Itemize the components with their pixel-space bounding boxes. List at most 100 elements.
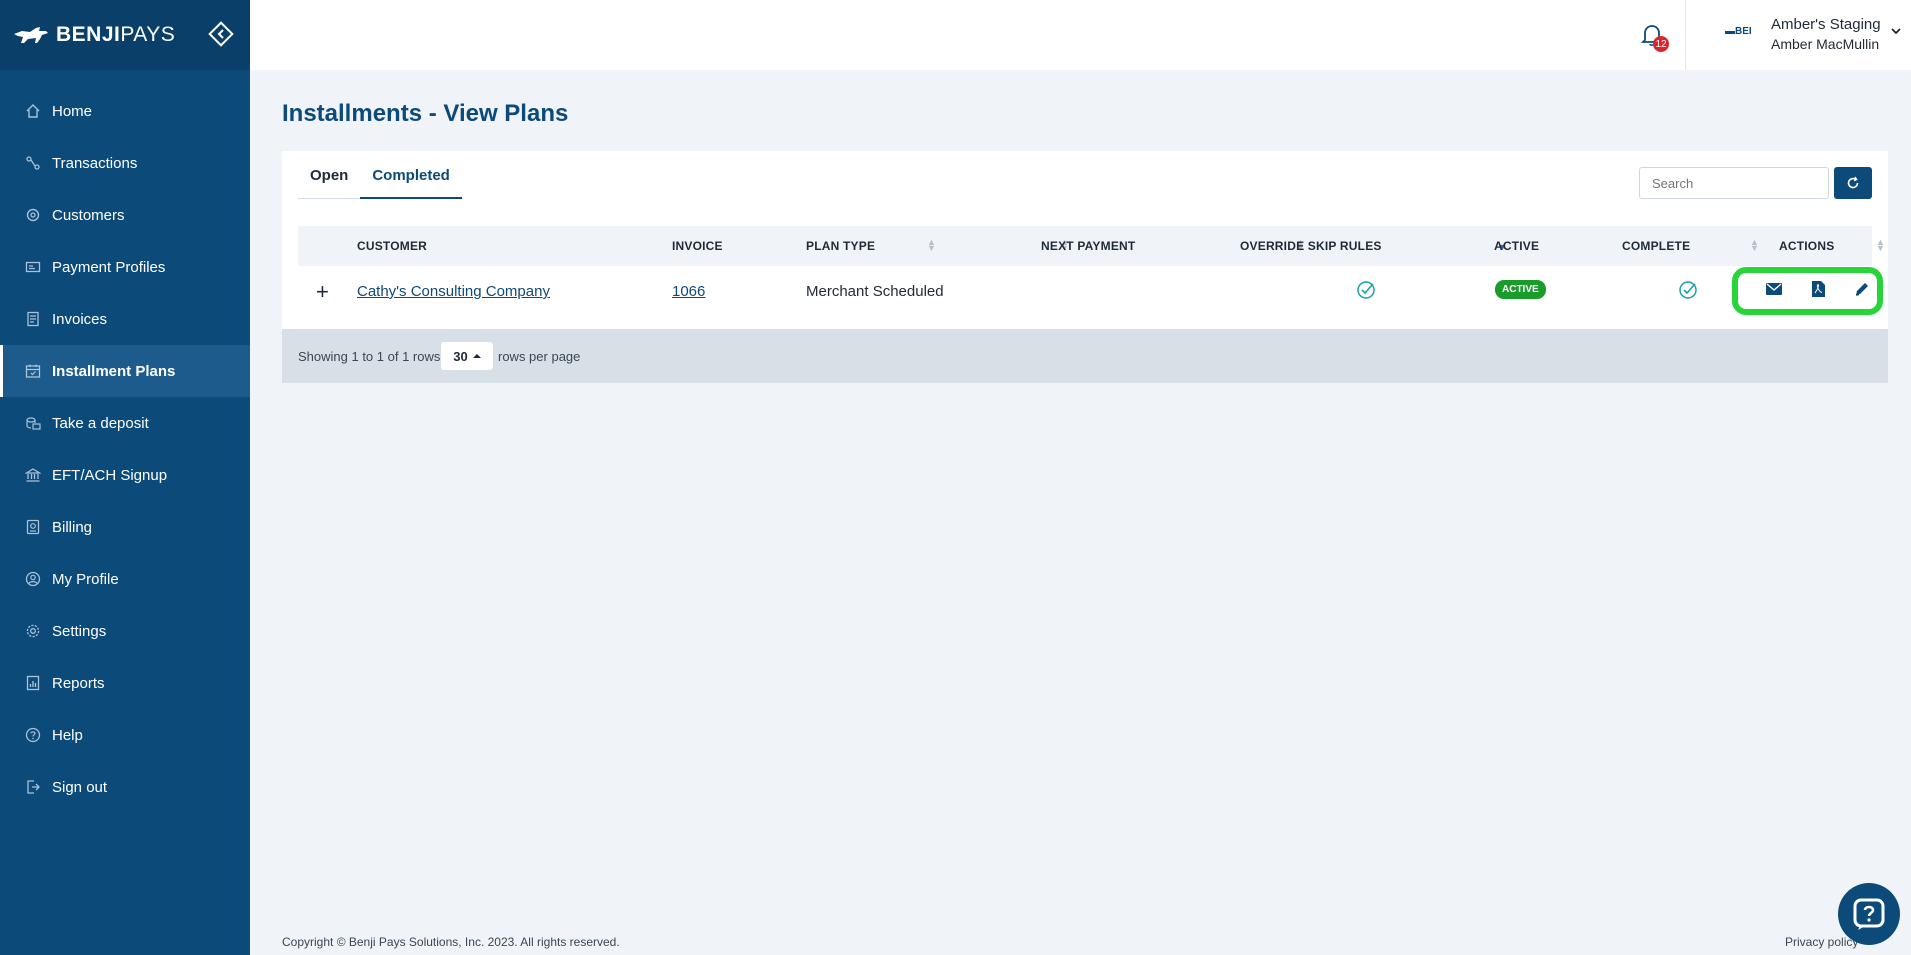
brand-logo[interactable]: BENJI PAYS	[12, 23, 175, 47]
profile-icon	[24, 570, 42, 588]
chat-help-icon	[1853, 898, 1885, 930]
customers-icon	[24, 206, 42, 224]
sidebar-item-billing[interactable]: Billing	[0, 501, 250, 553]
header-next-payment[interactable]: NEXT PAYMENT	[1041, 239, 1135, 253]
sidebar-item-label: Invoices	[52, 310, 108, 328]
sidebar-item-home[interactable]: Home	[0, 85, 250, 137]
check-circle-icon	[1678, 280, 1698, 300]
sidebar-item-my-profile[interactable]: My Profile	[0, 553, 250, 605]
help-icon	[24, 726, 42, 744]
check-circle-icon	[1356, 280, 1376, 300]
sidebar-item-label: Home	[52, 102, 93, 120]
pdf-icon	[1811, 281, 1825, 297]
header-actions: ACTIONS	[1779, 239, 1835, 253]
plans-card: Open Completed CUSTOMER ▲▼ INVOICE ▲▼ PL…	[282, 151, 1888, 383]
sidebar-item-label: Transactions	[52, 154, 138, 172]
copyright-text: Copyright © Benji Pays Solutions, Inc. 2…	[282, 935, 620, 949]
caret-up-icon	[472, 354, 481, 358]
page-title: Installments - View Plans	[282, 100, 569, 127]
refresh-icon	[1847, 176, 1859, 189]
pagination-bar: Showing 1 to 1 of 1 rows 30 rows per pag…	[282, 329, 1888, 383]
help-chat-button[interactable]	[1838, 883, 1900, 945]
header-complete[interactable]: COMPLETE	[1622, 239, 1690, 253]
account-logo: ▬BEI	[1725, 26, 1752, 37]
rows-per-page-select[interactable]: 30	[441, 342, 493, 370]
sidebar-item-label: Payment Profiles	[52, 258, 166, 276]
sidebar-item-label: Settings	[52, 622, 107, 640]
sidebar-item-label: Customers	[52, 206, 125, 224]
tab-open[interactable]: Open	[298, 151, 360, 199]
sidebar-item-sign-out[interactable]: Sign out	[0, 761, 250, 813]
sidebar-item-label: My Profile	[52, 570, 119, 588]
sidebar-item-take-a-deposit[interactable]: Take a deposit	[0, 397, 250, 449]
tab-completed[interactable]: Completed	[360, 151, 462, 199]
billing-icon	[24, 518, 42, 536]
sidebar-item-settings[interactable]: Settings	[0, 605, 250, 657]
sort-icon[interactable]: ▲ ▼	[1876, 238, 1885, 253]
account-logo-text: BEI	[1735, 26, 1752, 37]
sidebar-item-label: Sign out	[52, 778, 108, 796]
rows-per-page-value: 30	[453, 348, 468, 364]
sidebar-item-customers[interactable]: Customers	[0, 189, 250, 241]
header-plan-type[interactable]: PLAN TYPE	[806, 239, 875, 253]
sidebar: BENJI PAYS Home Transactions Customers Pa…	[0, 0, 250, 955]
account-menu-toggle[interactable]	[1890, 24, 1902, 36]
sign-out-icon	[24, 778, 42, 796]
header-customer[interactable]: CUSTOMER	[357, 239, 427, 253]
sidebar-item-help[interactable]: Help	[0, 709, 250, 761]
sidebar-item-installment-plans[interactable]: Installment Plans	[0, 345, 250, 397]
transactions-icon	[24, 154, 42, 172]
home-icon	[24, 102, 42, 120]
sidebar-item-eft-ach-signup[interactable]: EFT/ACH Signup	[0, 449, 250, 501]
pdf-button[interactable]	[1808, 279, 1828, 299]
sidebar-item-invoices[interactable]: Invoices	[0, 293, 250, 345]
header-override-skip-rules[interactable]: OVERRIDE SKIP RULES	[1240, 239, 1382, 253]
sidebar-nav: Home Transactions Customers Payment Prof…	[0, 85, 250, 813]
user-name[interactable]: Amber MacMullin	[1771, 36, 1879, 52]
sidebar-item-label: Reports	[52, 674, 105, 692]
account-name[interactable]: Amber's Staging	[1771, 16, 1881, 33]
dog-logo-icon	[14, 27, 48, 43]
sort-icon[interactable]: ▲ ▼	[1750, 238, 1759, 253]
sidebar-item-label: Take a deposit	[52, 414, 149, 432]
sidebar-item-label: Help	[52, 726, 83, 744]
sidebar-item-label: Installment Plans	[52, 362, 176, 380]
search-input[interactable]	[1639, 167, 1829, 199]
rows-per-page-label: rows per page	[498, 349, 581, 364]
status-badge: ACTIVE	[1495, 280, 1546, 299]
plan-tabs: Open Completed	[298, 151, 463, 199]
pagination-summary: Showing 1 to 1 of 1 rows	[298, 349, 441, 364]
account-logo-icon: ▬	[1725, 26, 1735, 37]
sidebar-collapse-button[interactable]	[207, 20, 235, 48]
invoice-link[interactable]: 1066	[672, 283, 705, 300]
bank-icon	[24, 466, 42, 484]
sidebar-item-reports[interactable]: Reports	[0, 657, 250, 709]
sidebar-item-label: EFT/ACH Signup	[52, 466, 168, 484]
edit-pencil-icon	[1855, 283, 1868, 296]
table-header: CUSTOMER ▲ ▼ INVOICE ▲ ▼ PLAN TYPE ▲ ▼ NEXT…	[298, 226, 1885, 266]
customer-link[interactable]: Cathy's Consulting Company	[357, 283, 550, 300]
email-icon	[1766, 283, 1782, 295]
table-row: + Cathy's Consulting Company 1066 Mercha…	[298, 266, 1883, 316]
invoices-icon	[24, 310, 42, 328]
plan-type-cell: Merchant Scheduled	[806, 283, 944, 300]
notification-count-badge: 12	[1653, 36, 1669, 52]
email-button[interactable]	[1764, 279, 1784, 299]
refresh-button[interactable]	[1834, 167, 1872, 199]
payment-profiles-icon	[24, 258, 42, 276]
header-invoice[interactable]: INVOICE	[672, 239, 723, 253]
sidebar-item-payment-profiles[interactable]: Payment Profiles	[0, 241, 250, 293]
chevron-down-icon	[1891, 28, 1901, 35]
topbar-divider	[1685, 0, 1686, 70]
calendar-icon	[24, 362, 42, 380]
sidebar-item-transactions[interactable]: Transactions	[0, 137, 250, 189]
header-active[interactable]: ACTIVE	[1494, 239, 1539, 253]
logo-text-light: PAYS	[120, 23, 176, 46]
sort-icon[interactable]: ▲ ▼	[927, 238, 936, 253]
collapse-icon	[208, 21, 234, 47]
deposit-icon	[24, 414, 42, 432]
expand-row-button[interactable]: +	[316, 279, 329, 305]
edit-button[interactable]	[1852, 279, 1872, 299]
gear-icon	[24, 622, 42, 640]
reports-icon	[24, 674, 42, 692]
